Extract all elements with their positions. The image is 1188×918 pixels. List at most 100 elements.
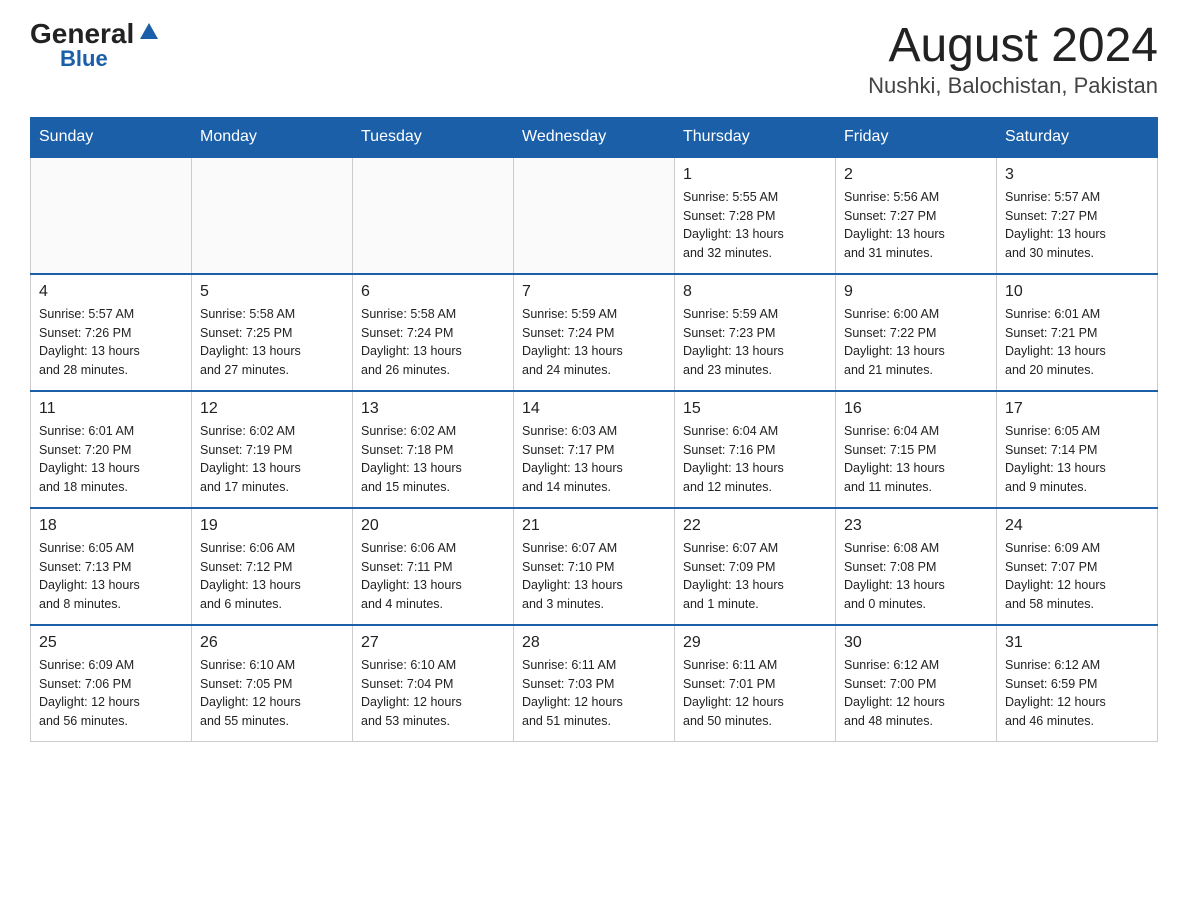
day-info: Sunrise: 6:10 AMSunset: 7:05 PMDaylight:… <box>200 656 344 731</box>
calendar-cell: 20 Sunrise: 6:06 AMSunset: 7:11 PMDayligh… <box>353 508 514 625</box>
day-info: Sunrise: 6:02 AMSunset: 7:18 PMDaylight:… <box>361 422 505 497</box>
calendar-cell: 12 Sunrise: 6:02 AMSunset: 7:19 PMDayligh… <box>192 391 353 508</box>
day-number: 17 <box>1005 400 1149 418</box>
calendar-subtitle: Nushki, Balochistan, Pakistan <box>868 73 1158 99</box>
calendar-cell: 5Sunrise: 5:58 AMSunset: 7:25 PMDaylight… <box>192 274 353 391</box>
calendar-cell: 6 Sunrise: 5:58 AMSunset: 7:24 PMDaylight… <box>353 274 514 391</box>
weekday-header-saturday: Saturday <box>997 117 1158 157</box>
day-number: 30 <box>844 634 988 652</box>
day-number: 27 <box>361 634 505 652</box>
day-info: Sunrise: 5:58 AMSunset: 7:25 PMDaylight:… <box>200 305 344 380</box>
calendar-cell: 23Sunrise: 6:08 AMSunset: 7:08 PMDayligh… <box>836 508 997 625</box>
day-info: Sunrise: 6:02 AMSunset: 7:19 PMDaylight:… <box>200 422 344 497</box>
calendar-cell: 25 Sunrise: 6:09 AMSunset: 7:06 PMDayligh… <box>31 625 192 742</box>
calendar-cell: 19Sunrise: 6:06 AMSunset: 7:12 PMDayligh… <box>192 508 353 625</box>
weekday-header-monday: Monday <box>192 117 353 157</box>
day-info: Sunrise: 5:59 AMSunset: 7:23 PMDaylight:… <box>683 305 827 380</box>
day-number: 8 <box>683 283 827 301</box>
calendar-cell: 29 Sunrise: 6:11 AMSunset: 7:01 PMDayligh… <box>675 625 836 742</box>
calendar-cell: 4 Sunrise: 5:57 AMSunset: 7:26 PMDaylight… <box>31 274 192 391</box>
logo: General Blue <box>30 20 160 70</box>
calendar-week-row: 11 Sunrise: 6:01 AMSunset: 7:20 PMDayligh… <box>31 391 1158 508</box>
calendar-cell <box>353 157 514 274</box>
day-number: 12 <box>200 400 344 418</box>
calendar-table: SundayMondayTuesdayWednesdayThursdayFrid… <box>30 117 1158 742</box>
calendar-week-row: 25 Sunrise: 6:09 AMSunset: 7:06 PMDayligh… <box>31 625 1158 742</box>
calendar-cell: 8 Sunrise: 5:59 AMSunset: 7:23 PMDaylight… <box>675 274 836 391</box>
day-number: 31 <box>1005 634 1149 652</box>
calendar-cell: 26 Sunrise: 6:10 AMSunset: 7:05 PMDayligh… <box>192 625 353 742</box>
calendar-cell: 31 Sunrise: 6:12 AMSunset: 6:59 PMDayligh… <box>997 625 1158 742</box>
day-info: Sunrise: 5:56 AMSunset: 7:27 PMDaylight:… <box>844 188 988 263</box>
weekday-header-sunday: Sunday <box>31 117 192 157</box>
day-number: 23 <box>844 517 988 535</box>
day-number: 15 <box>683 400 827 418</box>
day-number: 2 <box>844 166 988 184</box>
day-info: Sunrise: 6:06 AMSunset: 7:11 PMDaylight:… <box>361 539 505 614</box>
day-number: 9 <box>844 283 988 301</box>
day-number: 4 <box>39 283 183 301</box>
day-number: 3 <box>1005 166 1149 184</box>
calendar-header: SundayMondayTuesdayWednesdayThursdayFrid… <box>31 117 1158 157</box>
calendar-cell: 2 Sunrise: 5:56 AMSunset: 7:27 PMDaylight… <box>836 157 997 274</box>
logo-blue-text: Blue <box>60 48 108 70</box>
day-number: 1 <box>683 166 827 184</box>
day-info: Sunrise: 6:01 AMSunset: 7:20 PMDaylight:… <box>39 422 183 497</box>
day-info: Sunrise: 6:11 AMSunset: 7:01 PMDaylight:… <box>683 656 827 731</box>
calendar-cell: 7Sunrise: 5:59 AMSunset: 7:24 PMDaylight… <box>514 274 675 391</box>
calendar-cell: 30 Sunrise: 6:12 AMSunset: 7:00 PMDayligh… <box>836 625 997 742</box>
day-info: Sunrise: 5:58 AMSunset: 7:24 PMDaylight:… <box>361 305 505 380</box>
day-info: Sunrise: 5:57 AMSunset: 7:27 PMDaylight:… <box>1005 188 1149 263</box>
day-number: 11 <box>39 400 183 418</box>
day-number: 7 <box>522 283 666 301</box>
day-number: 6 <box>361 283 505 301</box>
day-info: Sunrise: 6:09 AMSunset: 7:06 PMDaylight:… <box>39 656 183 731</box>
day-info: Sunrise: 6:05 AMSunset: 7:13 PMDaylight:… <box>39 539 183 614</box>
day-info: Sunrise: 6:03 AMSunset: 7:17 PMDaylight:… <box>522 422 666 497</box>
day-info: Sunrise: 6:07 AMSunset: 7:10 PMDaylight:… <box>522 539 666 614</box>
calendar-cell: 11 Sunrise: 6:01 AMSunset: 7:20 PMDayligh… <box>31 391 192 508</box>
day-number: 25 <box>39 634 183 652</box>
calendar-cell: 10Sunrise: 6:01 AMSunset: 7:21 PMDayligh… <box>997 274 1158 391</box>
calendar-cell: 16 Sunrise: 6:04 AMSunset: 7:15 PMDayligh… <box>836 391 997 508</box>
day-number: 24 <box>1005 517 1149 535</box>
day-number: 29 <box>683 634 827 652</box>
day-info: Sunrise: 5:57 AMSunset: 7:26 PMDaylight:… <box>39 305 183 380</box>
calendar-cell: 9Sunrise: 6:00 AMSunset: 7:22 PMDaylight… <box>836 274 997 391</box>
calendar-cell: 21Sunrise: 6:07 AMSunset: 7:10 PMDayligh… <box>514 508 675 625</box>
day-number: 16 <box>844 400 988 418</box>
day-number: 26 <box>200 634 344 652</box>
day-info: Sunrise: 6:05 AMSunset: 7:14 PMDaylight:… <box>1005 422 1149 497</box>
calendar-cell: 3 Sunrise: 5:57 AMSunset: 7:27 PMDaylight… <box>997 157 1158 274</box>
page-header: General Blue August 2024 Nushki, Balochi… <box>30 20 1158 99</box>
day-number: 19 <box>200 517 344 535</box>
day-info: Sunrise: 5:55 AMSunset: 7:28 PMDaylight:… <box>683 188 827 263</box>
logo-general-text: General <box>30 20 134 48</box>
day-number: 28 <box>522 634 666 652</box>
calendar-cell <box>31 157 192 274</box>
calendar-cell: 14 Sunrise: 6:03 AMSunset: 7:17 PMDayligh… <box>514 391 675 508</box>
day-number: 22 <box>683 517 827 535</box>
day-info: Sunrise: 6:12 AMSunset: 6:59 PMDaylight:… <box>1005 656 1149 731</box>
calendar-cell: 15 Sunrise: 6:04 AMSunset: 7:16 PMDayligh… <box>675 391 836 508</box>
day-number: 20 <box>361 517 505 535</box>
day-number: 18 <box>39 517 183 535</box>
day-info: Sunrise: 6:10 AMSunset: 7:04 PMDaylight:… <box>361 656 505 731</box>
day-number: 13 <box>361 400 505 418</box>
calendar-body: 1 Sunrise: 5:55 AMSunset: 7:28 PMDaylight… <box>31 157 1158 742</box>
day-info: Sunrise: 6:04 AMSunset: 7:16 PMDaylight:… <box>683 422 827 497</box>
day-number: 14 <box>522 400 666 418</box>
calendar-week-row: 18 Sunrise: 6:05 AMSunset: 7:13 PMDayligh… <box>31 508 1158 625</box>
calendar-title: August 2024 <box>868 20 1158 73</box>
day-info: Sunrise: 6:12 AMSunset: 7:00 PMDaylight:… <box>844 656 988 731</box>
calendar-cell: 22Sunrise: 6:07 AMSunset: 7:09 PMDayligh… <box>675 508 836 625</box>
calendar-cell: 27 Sunrise: 6:10 AMSunset: 7:04 PMDayligh… <box>353 625 514 742</box>
weekday-header-wednesday: Wednesday <box>514 117 675 157</box>
calendar-cell: 18 Sunrise: 6:05 AMSunset: 7:13 PMDayligh… <box>31 508 192 625</box>
day-info: Sunrise: 6:04 AMSunset: 7:15 PMDaylight:… <box>844 422 988 497</box>
calendar-cell: 1 Sunrise: 5:55 AMSunset: 7:28 PMDaylight… <box>675 157 836 274</box>
weekday-header-row: SundayMondayTuesdayWednesdayThursdayFrid… <box>31 117 1158 157</box>
calendar-cell <box>192 157 353 274</box>
calendar-week-row: 4 Sunrise: 5:57 AMSunset: 7:26 PMDaylight… <box>31 274 1158 391</box>
calendar-cell: 24Sunrise: 6:09 AMSunset: 7:07 PMDayligh… <box>997 508 1158 625</box>
